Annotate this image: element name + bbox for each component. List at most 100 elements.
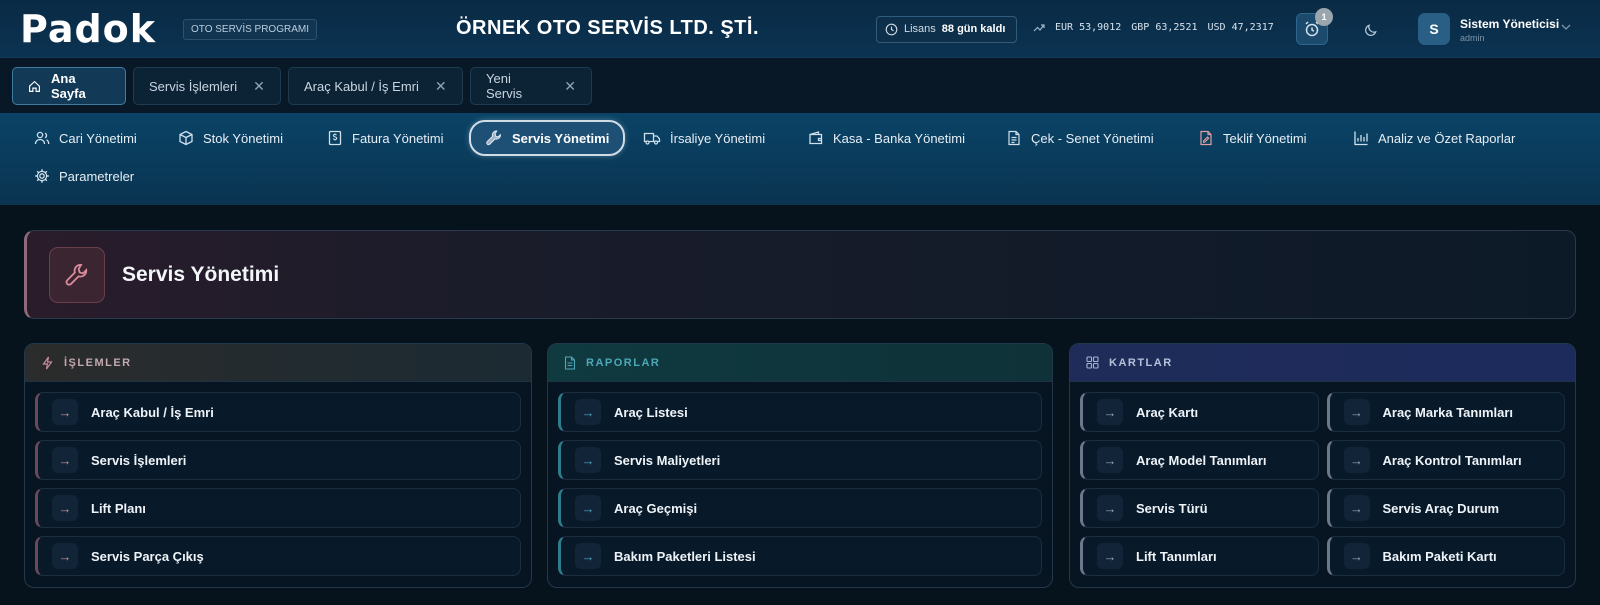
close-icon[interactable]: ✕ (253, 78, 265, 95)
padok-logo[interactable]: Padok (20, 10, 156, 48)
nav-label: Çek - Senet Yönetimi (1031, 130, 1154, 146)
arrow-right-icon: → (575, 495, 601, 521)
clock-icon (885, 23, 898, 36)
item-label: Araç Listesi (614, 404, 688, 420)
card-title: İŞLEMLER (64, 356, 132, 369)
card-islemler: İŞLEMLER → Araç Kabul / İş Emri → Servis İ… (24, 343, 532, 588)
card-title: KARTLAR (1109, 356, 1173, 369)
home-icon (28, 80, 41, 93)
document-icon (564, 355, 576, 370)
tab-servis-islemleri[interactable]: Servis İşlemleri ✕ (133, 67, 281, 105)
nav-cari-yonetimi[interactable]: Cari Yönetimi (24, 122, 147, 154)
close-icon[interactable]: ✕ (435, 78, 447, 95)
list-item-arac-gecmisi[interactable]: → Araç Geçmişi (558, 488, 1042, 528)
arrow-right-icon: → (1343, 399, 1370, 425)
open-tabs-bar: Ana Sayfa Servis İşlemleri ✕ Araç Kabul … (0, 58, 1600, 113)
nav-servis-yonetimi[interactable]: Servis Yönetimi (469, 120, 626, 156)
nav-parametreler[interactable]: Parametreler (24, 160, 144, 192)
license-label: Lisans (904, 23, 936, 35)
quote-icon (1198, 130, 1214, 146)
list-item-arac-karti[interactable]: → Araç Kartı (1080, 392, 1319, 432)
document-icon (1006, 130, 1022, 146)
program-badge: OTO SERVİS PROGRAMI (183, 19, 317, 40)
arrow-right-icon: → (52, 543, 78, 569)
rate-gbp: GBP 63,2521 (1131, 22, 1198, 33)
nav-label: Cari Yönetimi (59, 130, 137, 146)
list-item-servis-turu[interactable]: → Servis Türü (1080, 488, 1319, 528)
module-navigation: Cari Yönetimi Stok Yönetimi Fatura Yönet… (0, 113, 1600, 205)
box-icon (178, 130, 194, 146)
arrow-right-icon: → (1097, 399, 1123, 425)
nav-label: Parametreler (59, 168, 135, 184)
list-item-lift-plani[interactable]: → Lift Planı (35, 488, 521, 528)
wrench-icon (485, 129, 503, 147)
list-item-servis-parca-cikis[interactable]: → Servis Parça Çıkış (35, 536, 521, 576)
arrow-right-icon: → (52, 399, 78, 425)
tab-ana-sayfa[interactable]: Ana Sayfa (12, 67, 126, 105)
arrow-right-icon: → (1343, 447, 1370, 473)
arrow-right-icon: → (575, 447, 601, 473)
nav-fatura-yonetimi[interactable]: Fatura Yönetimi (317, 122, 454, 154)
item-label: Servis Maliyetleri (614, 452, 721, 468)
license-days: 88 gün kaldı (941, 23, 1006, 35)
list-item-arac-listesi[interactable]: → Araç Listesi (558, 392, 1042, 432)
card-kartlar: KARTLAR → Araç Kartı → Araç Marka Tanımlar… (1069, 343, 1576, 588)
nav-label: Stok Yönetimi (203, 130, 283, 146)
exchange-rates: EUR 53,9012 GBP 63,2521 USD 47,2317 (1033, 22, 1274, 33)
avatar[interactable]: S (1418, 13, 1450, 45)
nav-cek-senet-yonetimi[interactable]: Çek - Senet Yönetimi (996, 122, 1164, 154)
nav-label: Fatura Yönetimi (352, 130, 444, 146)
arrow-right-icon: → (1343, 495, 1370, 521)
close-icon[interactable]: ✕ (564, 78, 576, 95)
nav-teklif-yonetimi[interactable]: Teklif Yönetimi (1188, 122, 1317, 154)
license-badge[interactable]: Lisans 88 gün kaldı (876, 16, 1017, 43)
card-raporlar: RAPORLAR → Araç Listesi → Servis Maliyetle… (547, 343, 1053, 588)
tab-arac-kabul[interactable]: Araç Kabul / İş Emri ✕ (288, 67, 463, 105)
rate-usd: USD 47,2317 (1207, 22, 1274, 33)
item-label: Servis Araç Durum (1382, 500, 1500, 516)
arrow-right-icon: → (1343, 543, 1370, 569)
list-item-servis-maliyetleri[interactable]: → Servis Maliyetleri (558, 440, 1042, 480)
tab-yeni-servis[interactable]: Yeni Servis ✕ (470, 67, 592, 105)
card-header: İŞLEMLER (25, 344, 531, 382)
list-item-lift-tanimlari[interactable]: → Lift Tanımları (1080, 536, 1319, 576)
grid-icon (1086, 356, 1099, 369)
nav-label: Servis Yönetimi (512, 130, 610, 146)
list-item-bakim-paketleri-listesi[interactable]: → Bakım Paketleri Listesi (558, 536, 1042, 576)
wrench-icon (49, 247, 105, 303)
trend-up-icon (1033, 23, 1045, 33)
list-item-arac-model-tanimlari[interactable]: → Araç Model Tanımları (1080, 440, 1319, 480)
page-header: Servis Yönetimi (24, 230, 1576, 319)
top-header: Padok OTO SERVİS PROGRAMI ÖRNEK OTO SERV… (0, 0, 1600, 58)
card-title: RAPORLAR (586, 356, 661, 369)
nav-irsaliye-yonetimi[interactable]: İrsaliye Yönetimi (633, 122, 775, 154)
list-item-arac-kabul[interactable]: → Araç Kabul / İş Emri (35, 392, 521, 432)
arrow-right-icon: → (52, 447, 78, 473)
tab-label: Ana Sayfa (51, 71, 86, 101)
chart-icon (1353, 130, 1369, 146)
theme-toggle[interactable] (1355, 13, 1387, 45)
page-title: Servis Yönetimi (122, 263, 280, 286)
list-item-bakim-paketi-karti[interactable]: → Bakım Paketi Kartı (1326, 536, 1565, 576)
nav-label: Kasa - Banka Yönetimi (833, 130, 965, 146)
moon-icon (1364, 22, 1379, 37)
list-item-servis-arac-durum[interactable]: → Servis Araç Durum (1326, 488, 1565, 528)
nav-stok-yonetimi[interactable]: Stok Yönetimi (168, 122, 293, 154)
nav-kasa-banka-yonetimi[interactable]: Kasa - Banka Yönetimi (798, 122, 975, 154)
item-label: Lift Planı (91, 500, 146, 516)
item-label: Araç Marka Tanımları (1382, 404, 1514, 420)
arrow-right-icon: → (1097, 495, 1123, 521)
arrow-right-icon: → (575, 543, 601, 569)
list-item-arac-kontrol-tanimlari[interactable]: → Araç Kontrol Tanımları (1326, 440, 1565, 480)
user-menu[interactable]: Sistem Yöneticisi admin (1460, 17, 1559, 43)
tab-label: Araç Kabul / İş Emri (304, 78, 419, 94)
card-header: RAPORLAR (548, 344, 1052, 382)
list-item-arac-marka-tanimlari[interactable]: → Araç Marka Tanımları (1326, 392, 1565, 432)
user-role: admin (1460, 33, 1485, 43)
chevron-down-icon[interactable] (1561, 23, 1571, 31)
lightning-icon (41, 356, 54, 370)
list-item-servis-islemleri[interactable]: → Servis İşlemleri (35, 440, 521, 480)
item-label: Araç Model Tanımları (1136, 452, 1267, 468)
nav-analiz-raporlar[interactable]: Analiz ve Özet Raporlar (1343, 122, 1525, 154)
notification-count: 1 (1315, 8, 1333, 26)
